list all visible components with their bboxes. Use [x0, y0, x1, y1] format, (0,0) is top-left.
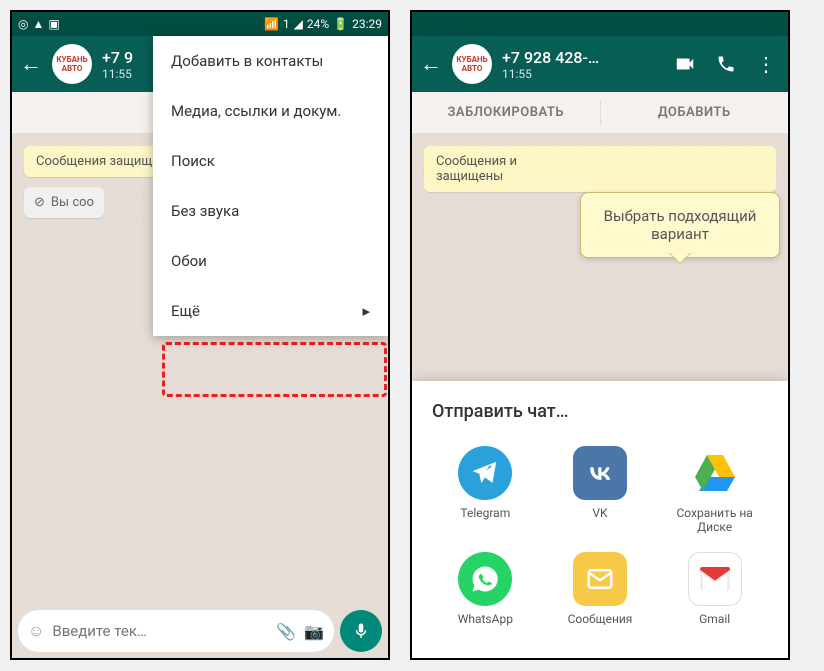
phone-number: +7 928 428-… [502, 48, 664, 67]
attach-icon[interactable]: 📎 [276, 622, 296, 641]
share-sms[interactable]: Сообщения [547, 552, 654, 626]
back-icon[interactable]: ← [420, 51, 442, 77]
phone-left: ◎▲▣ 📶1◢ 24%🔋23:29 ← КУБАНЬ АВТО +7 9 11:… [10, 10, 390, 660]
menu-add-contact[interactable]: Добавить в контакты [153, 36, 388, 86]
last-seen: 11:55 [502, 67, 664, 81]
back-icon[interactable]: ← [20, 51, 42, 77]
app-bar-actions: ⋮ [674, 52, 780, 76]
add-button[interactable]: ДОБАВИТЬ [601, 92, 789, 133]
menu-mute[interactable]: Без звука [153, 186, 388, 236]
dropdown-menu: Добавить в контакты Медиа, ссылки и доку… [153, 36, 388, 336]
input-bar: ☺ 📎 📷 [12, 604, 388, 658]
share-grid: Telegram VK Сохранить на Диске WhatsApp [424, 438, 776, 634]
share-whatsapp[interactable]: WhatsApp [432, 552, 539, 626]
status-right: 📶1◢ 24%🔋23:29 [264, 17, 382, 31]
menu-more[interactable]: Ещё ▸ [153, 286, 388, 336]
status-left: ◎▲▣ [18, 17, 60, 31]
status-bar: ◎▲▣ 📶1◢ 24%🔋23:29 [12, 12, 388, 36]
menu-wallpaper[interactable]: Обои [153, 236, 388, 286]
chat-title[interactable]: +7 928 428-… 11:55 [502, 48, 664, 81]
chevron-right-icon: ▸ [362, 302, 370, 320]
menu-search[interactable]: Поиск [153, 136, 388, 186]
messages-icon [573, 552, 627, 606]
app-bar: ← КУБАНЬ АВТО +7 928 428-… 11:55 ⋮ [412, 36, 788, 92]
system-message: ⊘ Вы соо [24, 187, 104, 218]
share-telegram[interactable]: Telegram [432, 446, 539, 534]
share-gmail[interactable]: Gmail [661, 552, 768, 626]
emoji-icon[interactable]: ☺ [28, 621, 44, 641]
avatar[interactable]: КУБАНЬ АВТО [52, 44, 92, 84]
mic-icon [352, 622, 370, 640]
more-icon[interactable]: ⋮ [756, 52, 776, 76]
avatar[interactable]: КУБАНЬ АВТО [452, 44, 492, 84]
encryption-notice: Сообщения изащищены [424, 146, 776, 192]
status-bar [412, 12, 788, 36]
vk-icon [573, 446, 627, 500]
action-bar: ЗАБЛОКИРОВАТЬ ДОБАВИТЬ [412, 92, 788, 134]
message-input[interactable] [52, 622, 268, 640]
drive-icon [688, 446, 742, 500]
highlight-box [162, 342, 387, 397]
mic-button[interactable] [340, 610, 382, 652]
block-button[interactable]: ЗАБЛОКИРОВАТЬ [412, 92, 600, 133]
telegram-icon [458, 446, 512, 500]
camera-icon[interactable]: 📷 [304, 622, 324, 641]
block-icon: ⊘ [34, 195, 45, 210]
message-input-container: ☺ 📎 📷 [18, 610, 334, 652]
voice-call-icon[interactable] [716, 54, 736, 74]
menu-media[interactable]: Медиа, ссылки и докум. [153, 86, 388, 136]
share-title: Отправить чат… [424, 397, 776, 438]
share-vk[interactable]: VK [547, 446, 654, 534]
video-call-icon[interactable] [674, 53, 696, 75]
share-drive[interactable]: Сохранить на Диске [661, 446, 768, 534]
annotation-callout: Выбрать подходящий вариант [580, 192, 780, 258]
share-sheet: Отправить чат… Telegram VK Сохранить на … [412, 381, 788, 658]
whatsapp-icon [458, 552, 512, 606]
gmail-icon [688, 552, 742, 606]
phone-right: ← КУБАНЬ АВТО +7 928 428-… 11:55 ⋮ ЗАБЛО… [410, 10, 790, 660]
